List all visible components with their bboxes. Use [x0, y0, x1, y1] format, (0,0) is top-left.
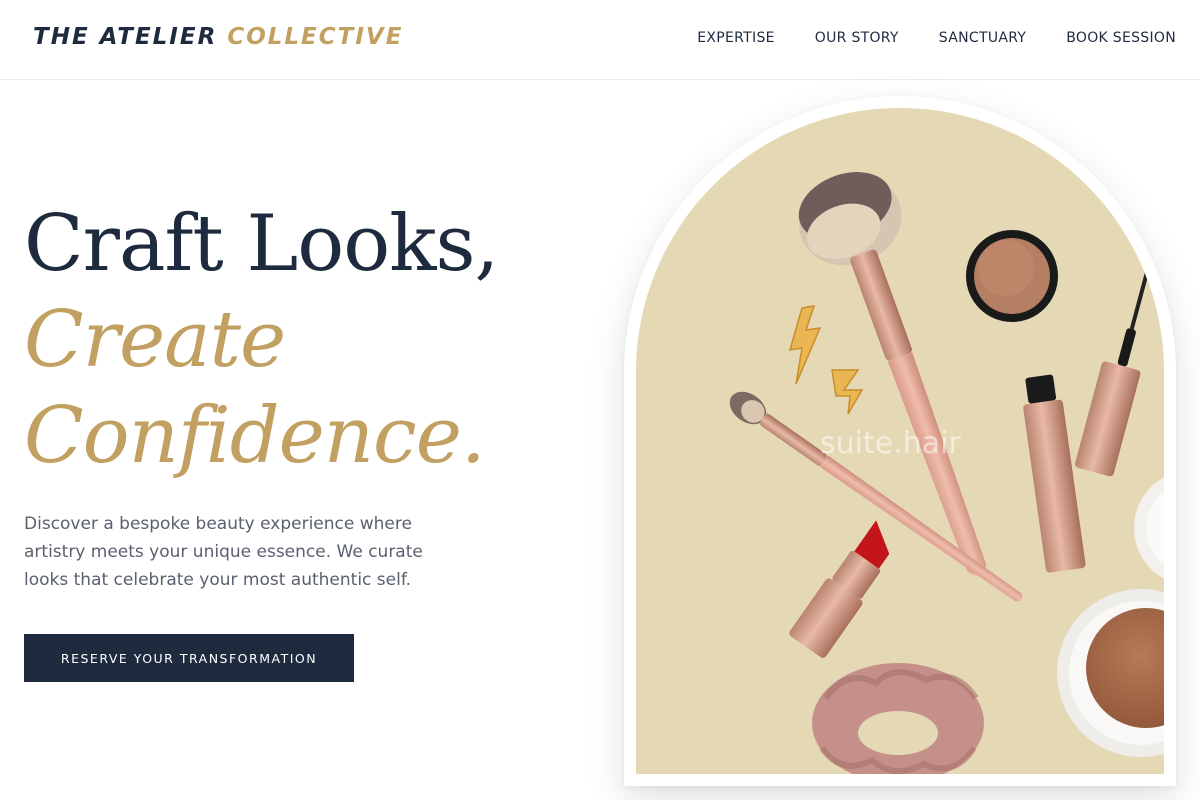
brand-logo[interactable]: THE ATELIER COLLECTIVE	[33, 24, 403, 50]
site-header: THE ATELIER COLLECTIVE EXPERTISE OUR STO…	[0, 0, 1200, 80]
nav-link-our-story[interactable]: OUR STORY	[815, 30, 899, 46]
cream-compact	[966, 230, 1058, 322]
nav-link-expertise[interactable]: EXPERTISE	[697, 30, 775, 46]
reserve-button[interactable]: RESERVE YOUR TRANSFORMATION	[24, 634, 354, 682]
main-nav: EXPERTISE OUR STORY SANCTUARY BOOK SESSI…	[697, 30, 1176, 46]
headline-line-2: Create	[24, 295, 286, 385]
headline-line-1: Craft Looks,	[24, 199, 499, 289]
nav-link-book-session[interactable]: BOOK SESSION	[1066, 30, 1176, 46]
hero-headline: Craft Looks, Create Confidence.	[24, 196, 499, 484]
hero-description: Discover a bespoke beauty experience whe…	[24, 514, 423, 590]
nav-link-sanctuary[interactable]: SANCTUARY	[939, 30, 1026, 46]
headline-line-3: Confidence.	[24, 391, 486, 481]
brand-name-primary: THE ATELIER	[33, 24, 218, 50]
brand-name-accent: COLLECTIVE	[227, 24, 404, 50]
image-watermark: suite.hair	[820, 426, 961, 461]
